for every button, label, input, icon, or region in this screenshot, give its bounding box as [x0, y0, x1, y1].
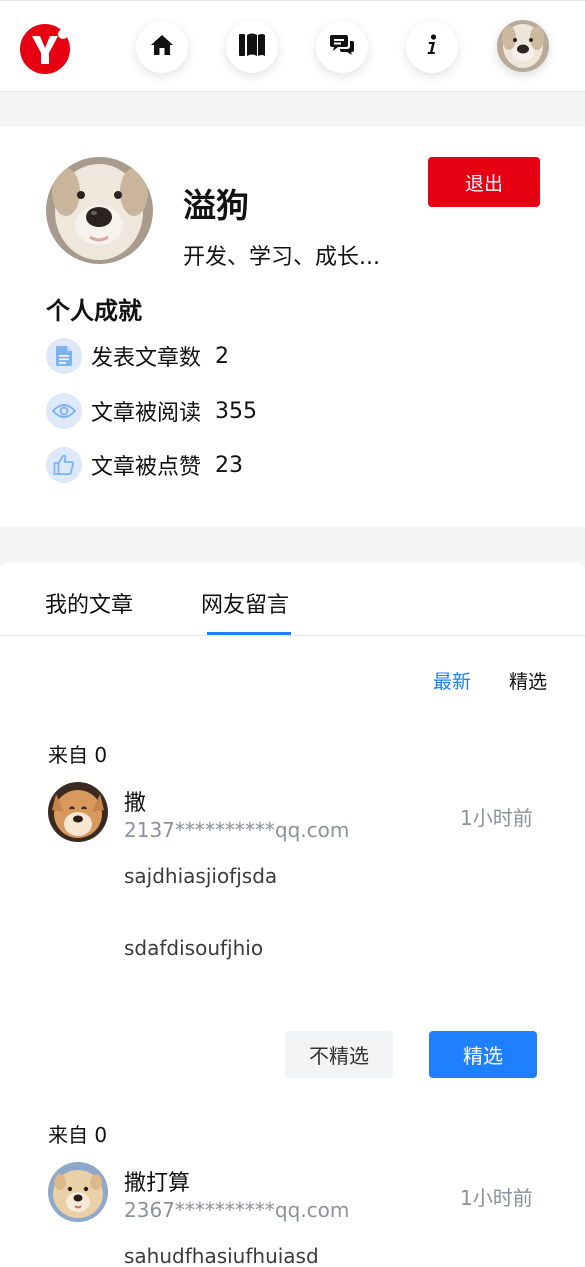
- stat-value: 355: [215, 398, 258, 424]
- comment-time: 1小时前: [460, 1186, 533, 1210]
- nav-home-button[interactable]: [136, 21, 188, 73]
- user-bio: 开发、学习、成长...: [183, 245, 380, 270]
- comment-source: 来自 0: [48, 743, 108, 767]
- tab-comments[interactable]: 网友留言: [201, 587, 289, 619]
- chat-icon: [329, 33, 355, 61]
- nav-messages-button[interactable]: [316, 21, 368, 73]
- commenter-avatar: [48, 782, 108, 842]
- commenter-avatar: [48, 1162, 108, 1222]
- commenter-email: 2367**********qq.com: [124, 1198, 350, 1222]
- unfeature-button[interactable]: 不精选: [285, 1031, 393, 1078]
- stat-value: 2: [215, 343, 230, 369]
- nav-info-button[interactable]: [406, 21, 458, 73]
- comment-text: sajdhiasjiofjsda: [124, 864, 278, 888]
- stat-label: 文章被点赞: [91, 455, 202, 480]
- stat-reads: 文章被阅读 355: [46, 393, 257, 429]
- yan-logo-icon[interactable]: [17, 22, 73, 74]
- username: 溢狗: [183, 186, 249, 225]
- home-icon: [150, 34, 174, 60]
- avatar[interactable]: [497, 20, 549, 72]
- tab-bar: 我的文章 网友留言: [0, 563, 585, 636]
- active-tab-indicator: [207, 632, 291, 635]
- info-icon: [426, 34, 438, 60]
- thumbs-up-icon: [46, 447, 82, 483]
- profile-card: 溢狗 开发、学习、成长... 退出 个人成就 发表文章数 2 文章被阅读 355…: [0, 127, 585, 527]
- achievements-title: 个人成就: [46, 297, 142, 325]
- stat-label: 文章被阅读: [91, 401, 202, 426]
- top-nav: [0, 0, 585, 92]
- tab-my-articles[interactable]: 我的文章: [45, 587, 133, 619]
- comment-text: sdafdisoufjhio: [124, 936, 264, 960]
- logout-button[interactable]: 退出: [428, 157, 540, 207]
- commenter-name: 撒: [124, 791, 147, 816]
- filter-featured[interactable]: 精选: [509, 667, 547, 694]
- comment-source: 来自 0: [48, 1123, 108, 1147]
- book-icon: [238, 32, 266, 62]
- stat-likes: 文章被点赞 23: [46, 447, 243, 483]
- commenter-name: 撒打算: [124, 1171, 191, 1196]
- filter-latest[interactable]: 最新: [433, 667, 471, 694]
- profile-avatar: [46, 157, 153, 264]
- eye-icon: [46, 393, 82, 429]
- nav-books-button[interactable]: [226, 21, 278, 73]
- comment-text: sahudfhasiufhuiasd: [124, 1244, 319, 1267]
- commenter-email: 2137**********qq.com: [124, 818, 350, 842]
- stat-value: 23: [215, 452, 244, 478]
- stat-label: 发表文章数: [91, 346, 202, 371]
- stat-articles: 发表文章数 2: [46, 338, 229, 374]
- feature-button[interactable]: 精选: [429, 1031, 537, 1078]
- document-icon: [46, 338, 82, 374]
- comment-time: 1小时前: [460, 806, 533, 830]
- content-panel: 我的文章 网友留言 最新 精选 来自 0 撒 2137**********qq.…: [0, 563, 585, 1267]
